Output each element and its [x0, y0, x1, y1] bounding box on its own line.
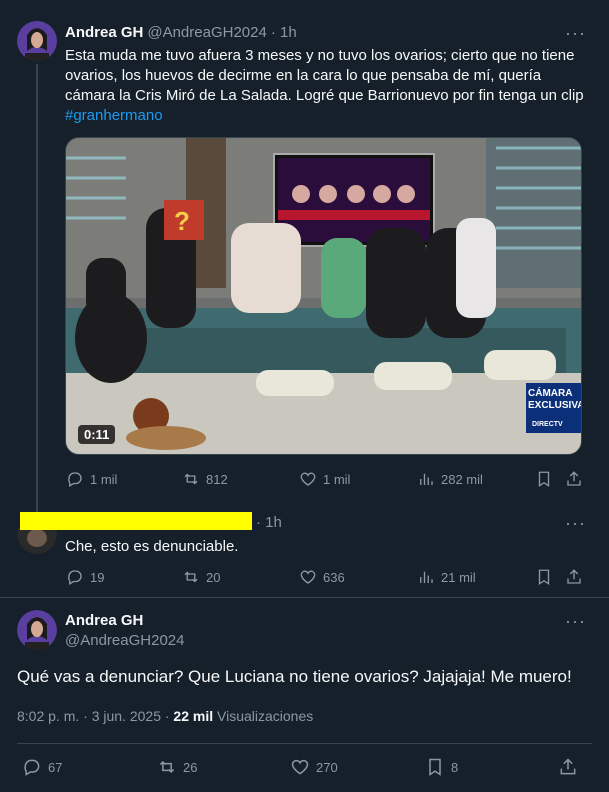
bookmark-button[interactable]: 8	[425, 757, 458, 777]
views-count: 21 mil	[441, 569, 476, 585]
more-icon[interactable]: ···	[565, 24, 586, 42]
tweet-meta: 8:02 p. m. · 3 jun. 2025 · 22 mil Visual…	[17, 708, 313, 724]
author-name[interactable]: Andrea GH	[65, 612, 184, 629]
like-button[interactable]: 636	[299, 568, 345, 586]
timestamp[interactable]: 8:02 p. m. · 3 jun. 2025 ·	[17, 708, 173, 724]
reply-icon	[24, 759, 40, 776]
reply-count: 67	[48, 759, 63, 775]
thread-line	[36, 64, 38, 512]
video-player[interactable]: ? CÁMARA EXCLUSIVA DIRECTV 0:11	[65, 137, 582, 455]
views-count: 282 mil	[441, 471, 483, 487]
bookmark-icon	[429, 758, 441, 776]
hashtag-link[interactable]: #granhermano	[65, 107, 163, 124]
reply-button[interactable]: 19	[66, 568, 104, 586]
more-icon[interactable]: ···	[565, 612, 586, 630]
like-button[interactable]: 1 mil	[299, 470, 350, 488]
share-icon	[567, 569, 581, 584]
reply-button[interactable]: 67	[22, 757, 62, 777]
views-icon	[420, 571, 433, 583]
author-handle[interactable]: @AndreaGH2024	[147, 24, 266, 41]
more-icon[interactable]: ···	[565, 514, 586, 532]
share-button[interactable]	[565, 568, 583, 586]
avatar[interactable]	[17, 610, 57, 650]
retweet-count: 20	[206, 569, 221, 585]
tweet1-header: Andrea GH @AndreaGH2024 · 1h	[65, 24, 297, 41]
svg-text:?: ?	[174, 206, 190, 236]
video-overlay-label: CÁMARA EXCLUSIVA	[528, 388, 582, 412]
tweet-time[interactable]: · 1h	[271, 24, 297, 41]
divider	[17, 743, 592, 744]
views-button[interactable]: 282 mil	[417, 470, 483, 488]
views-button[interactable]: 21 mil	[417, 568, 476, 586]
reply-button[interactable]: 1 mil	[66, 470, 117, 488]
video-frame: ?	[66, 138, 581, 454]
like-count: 270	[316, 759, 338, 775]
retweet-button[interactable]: 812	[182, 470, 228, 488]
retweet-icon	[184, 571, 198, 583]
heart-icon	[300, 570, 316, 584]
retweet-icon	[184, 473, 198, 485]
tweet-time[interactable]: · 1h	[256, 514, 282, 531]
logo-text: DIRECTV	[532, 421, 563, 428]
divider	[0, 597, 609, 598]
directv-logo: DIRECTV	[532, 421, 563, 428]
reply-icon	[68, 570, 82, 585]
overlay-text: CÁMARA EXCLUSIVA	[528, 388, 582, 411]
tweet-text: Che, esto es denunciable.	[65, 538, 239, 555]
bookmark-count: 8	[451, 759, 459, 775]
tweet3-header: Andrea GH @AndreaGH2024	[65, 612, 184, 649]
tweet1-text: Esta muda me tuvo afuera 3 meses y no tu…	[65, 46, 585, 126]
views-total: 22 mil	[173, 708, 214, 724]
views-icon	[420, 473, 433, 485]
reply-icon	[68, 472, 82, 487]
share-icon	[560, 758, 576, 775]
like-button[interactable]: 270	[290, 757, 338, 777]
reply-count: 1 mil	[90, 471, 118, 487]
retweet-icon	[159, 760, 175, 774]
tweet-text: Qué vas a denunciar? Que Luciana no tien…	[17, 667, 572, 686]
redacted-name	[20, 512, 252, 530]
tweet-text: Esta muda me tuvo afuera 3 meses y no tu…	[65, 47, 584, 104]
share-button[interactable]	[565, 470, 583, 488]
retweet-count: 26	[183, 759, 198, 775]
reply-count: 19	[90, 569, 105, 585]
tweet3-text: Qué vas a denunciar? Que Luciana no tien…	[17, 666, 592, 688]
share-button[interactable]	[558, 757, 578, 777]
retweet-button[interactable]: 20	[182, 568, 220, 586]
retweet-button[interactable]: 26	[157, 757, 197, 777]
tweet2-text: Che, esto es denunciable.	[65, 537, 238, 557]
video-duration: 0:11	[78, 425, 116, 444]
bookmark-button[interactable]	[535, 470, 553, 488]
like-count: 636	[323, 569, 345, 585]
heart-icon	[300, 472, 316, 486]
bookmark-icon	[538, 569, 550, 586]
like-count: 1 mil	[323, 471, 351, 487]
heart-icon	[291, 759, 309, 775]
bookmark-button[interactable]	[535, 568, 553, 586]
bookmark-icon	[538, 471, 550, 488]
views-label: Visualizaciones	[213, 708, 314, 724]
retweet-count: 812	[206, 471, 228, 487]
avatar[interactable]	[17, 21, 57, 61]
author-handle[interactable]: @AndreaGH2024	[65, 632, 184, 649]
author-name[interactable]: Andrea GH	[65, 24, 143, 41]
share-icon	[567, 471, 581, 486]
